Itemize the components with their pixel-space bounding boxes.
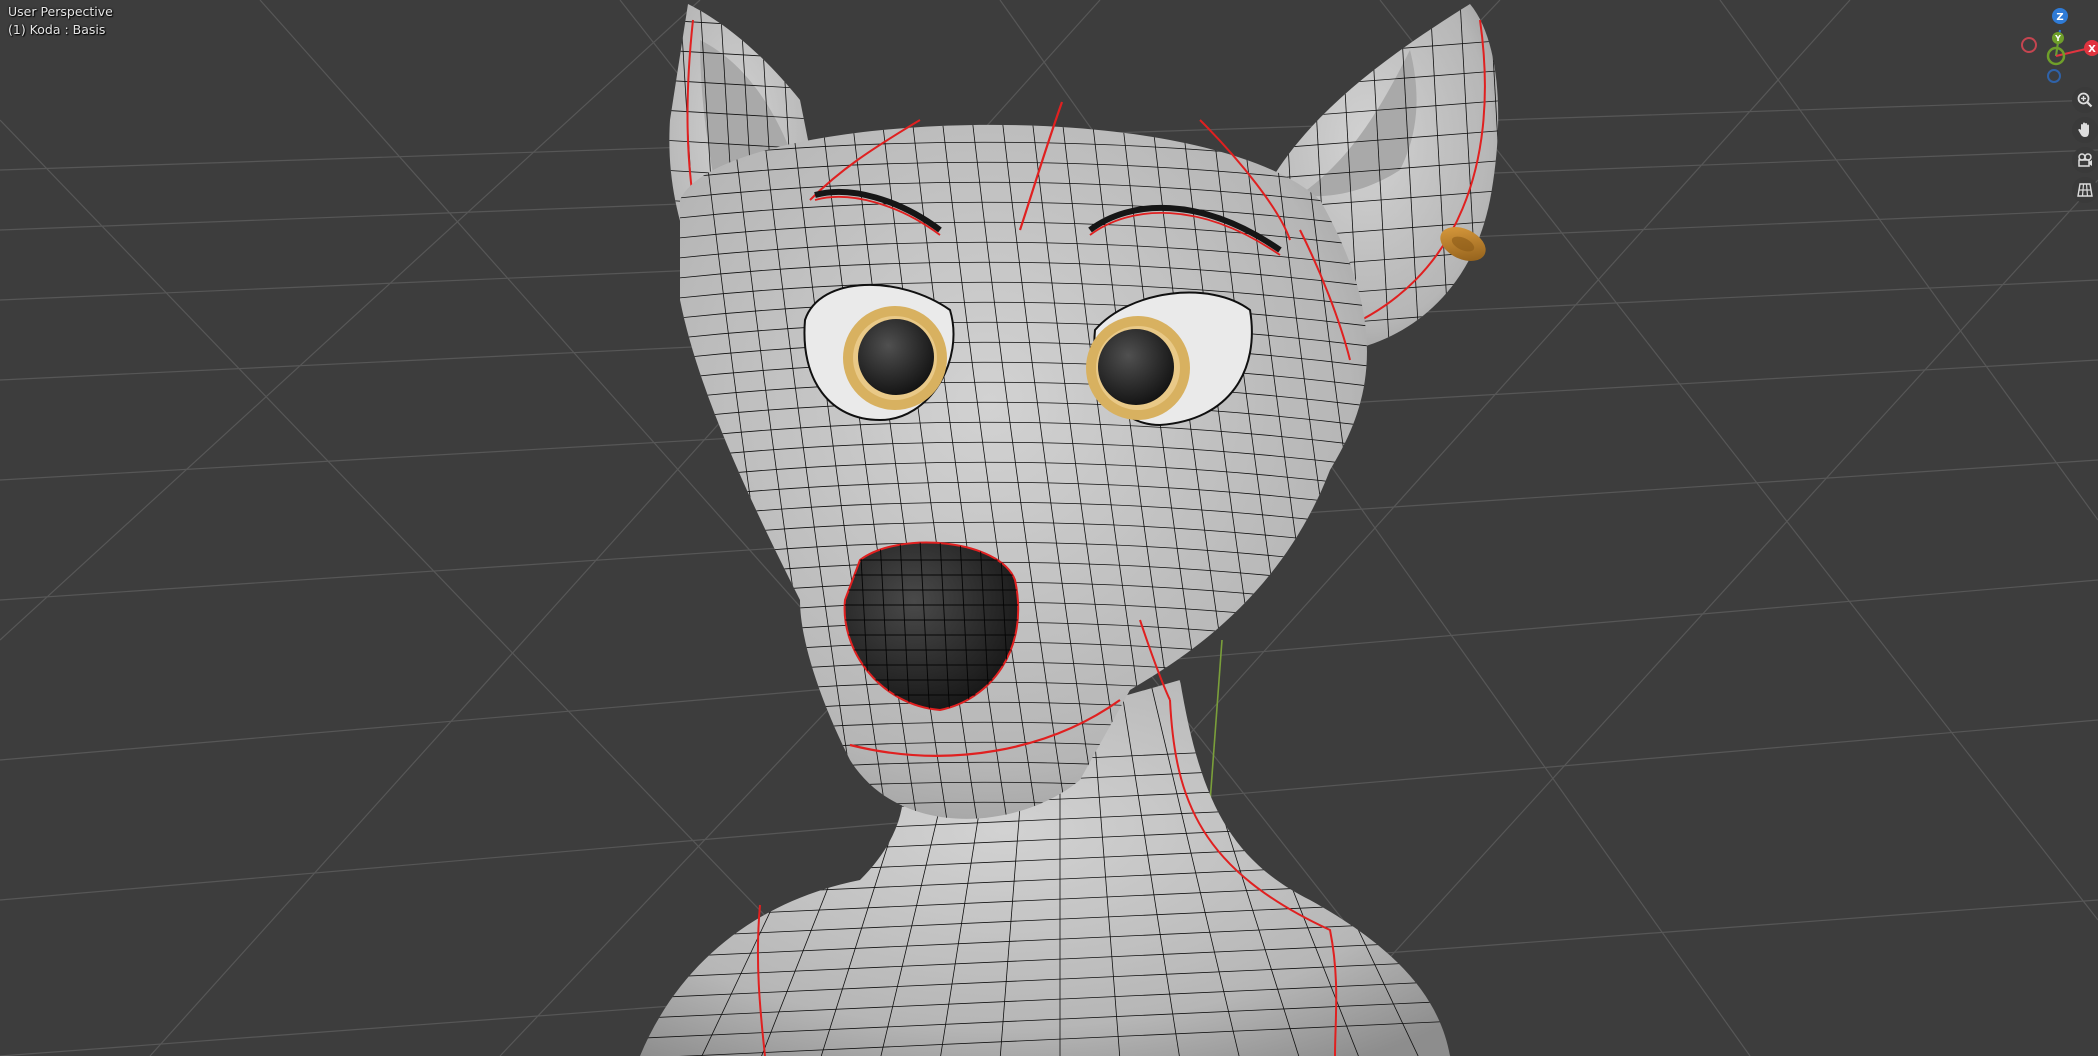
view-name-label: User Perspective (8, 4, 113, 19)
zoom-icon (2077, 92, 2093, 108)
object-info-label: (1) Koda : Basis (8, 22, 106, 37)
hand-icon (2078, 122, 2089, 137)
grid-icon (2077, 183, 2093, 197)
pan-button[interactable] (2072, 117, 2098, 143)
3d-viewport[interactable]: User Perspective (1) Koda : Basis Z Y X (0, 0, 2098, 1056)
y-axis-label: Y (2054, 34, 2061, 43)
x-axis-label: X (2088, 44, 2096, 55)
neg-z-axis-handle[interactable] (2047, 69, 2061, 83)
viewport-scene[interactable] (0, 0, 2098, 1056)
z-axis-label: Z (2056, 12, 2063, 23)
head-mesh[interactable] (660, 100, 1400, 840)
camera-icon (2078, 153, 2092, 167)
camera-button[interactable] (2072, 147, 2098, 173)
zoom-button[interactable] (2072, 87, 2098, 113)
neg-x-axis-handle[interactable] (2021, 37, 2037, 53)
navigation-gizmo[interactable]: Z Y X (2018, 6, 2098, 86)
ortho-toggle-button[interactable] (2072, 177, 2098, 203)
